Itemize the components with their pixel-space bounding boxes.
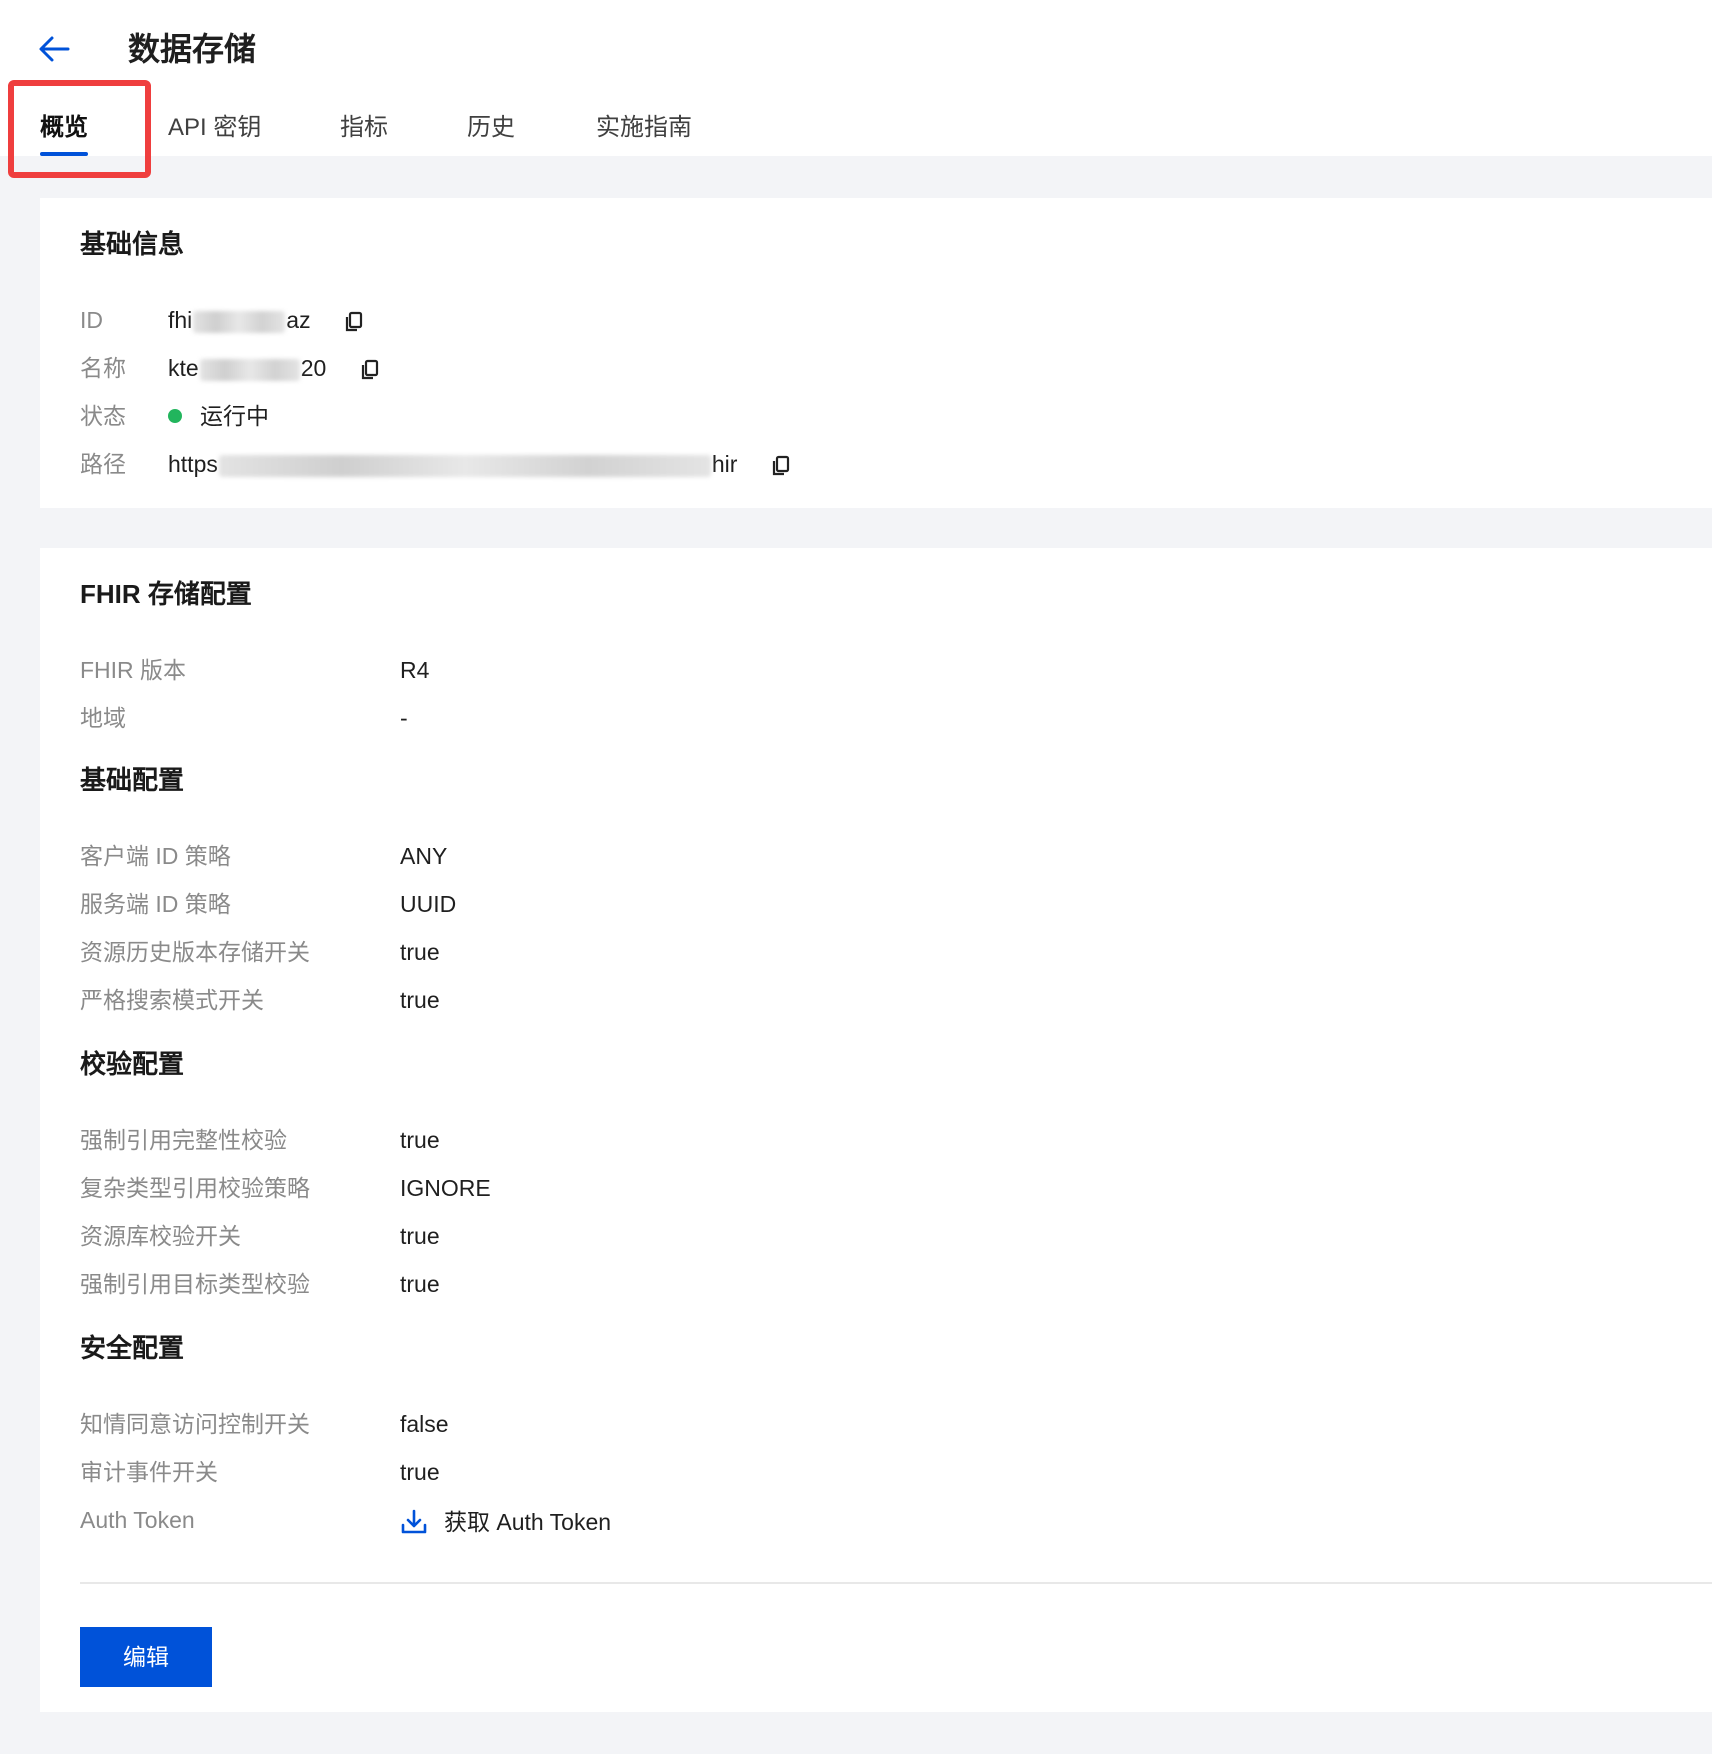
page-title: 数据存储 bbox=[128, 31, 257, 67]
config-row-server-id-policy: 服务端 ID 策略 UUID bbox=[80, 886, 1680, 922]
id-value-prefix: fhi bbox=[168, 307, 193, 333]
section-title-base-config: 基础配置 bbox=[80, 765, 185, 795]
region-value: - bbox=[400, 705, 408, 731]
repo-validation-value: true bbox=[400, 1223, 440, 1249]
page-header: 数据存储 概览 API 密钥 指标 历史 实施指南 bbox=[0, 0, 1712, 178]
arrow-left-icon bbox=[39, 36, 70, 62]
config-row-ref-integrity: 强制引用完整性校验 true bbox=[80, 1122, 1680, 1158]
config-row-fhir-version: FHIR 版本 R4 bbox=[80, 652, 1680, 688]
name-value: kte 20 bbox=[168, 350, 381, 386]
redacted-block bbox=[218, 454, 711, 477]
config-row-client-id-policy: 客户端 ID 策略 ANY bbox=[80, 838, 1680, 874]
copy-icon[interactable] bbox=[359, 358, 381, 382]
tab-implementation-guide[interactable]: 实施指南 bbox=[596, 112, 692, 144]
config-row-region: 地域 - bbox=[80, 700, 1680, 736]
section-title-security-config: 安全配置 bbox=[80, 1333, 185, 1363]
path-value-prefix: https bbox=[168, 451, 218, 477]
ref-integrity-label: 强制引用完整性校验 bbox=[80, 1127, 287, 1153]
path-value-suffix: hir bbox=[711, 451, 738, 477]
audit-switch-value: true bbox=[400, 1459, 440, 1485]
complex-ref-value: IGNORE bbox=[400, 1175, 491, 1201]
id-value: fhi az bbox=[168, 302, 365, 338]
id-label: ID bbox=[80, 307, 103, 333]
server-id-policy-value: UUID bbox=[400, 891, 457, 917]
name-value-suffix: 20 bbox=[300, 355, 327, 381]
tab-history[interactable]: 历史 bbox=[467, 112, 515, 144]
path-label: 路径 bbox=[80, 451, 126, 477]
audit-switch-label: 审计事件开关 bbox=[80, 1459, 218, 1485]
back-button[interactable] bbox=[34, 28, 74, 68]
config-row-repo-validation: 资源库校验开关 true bbox=[80, 1218, 1680, 1254]
copy-icon[interactable] bbox=[770, 454, 792, 478]
info-row-id: ID fhi az bbox=[80, 302, 1680, 338]
fhir-version-label: FHIR 版本 bbox=[80, 657, 187, 683]
status-dot-icon bbox=[168, 408, 182, 423]
history-switch-value: true bbox=[400, 939, 440, 965]
config-row-auth-token: Auth Token 获取 Auth Token bbox=[80, 1502, 1680, 1538]
config-row-consent-switch: 知情同意访问控制开关 false bbox=[80, 1406, 1680, 1442]
divider bbox=[80, 1582, 1712, 1584]
complex-ref-label: 复杂类型引用校验策略 bbox=[80, 1175, 310, 1201]
section-title-validation-config: 校验配置 bbox=[80, 1049, 185, 1079]
consent-switch-value: false bbox=[400, 1411, 449, 1437]
config-row-ref-target-type: 强制引用目标类型校验 true bbox=[80, 1266, 1680, 1302]
status-label: 状态 bbox=[80, 403, 126, 429]
info-row-path: 路径 https hir bbox=[80, 446, 1680, 482]
client-id-policy-label: 客户端 ID 策略 bbox=[80, 843, 231, 869]
status-value: 运行中 bbox=[168, 398, 269, 434]
name-value-prefix: kte bbox=[168, 355, 199, 381]
copy-icon[interactable] bbox=[343, 310, 365, 334]
highlight-annotation bbox=[8, 80, 151, 178]
ref-integrity-value: true bbox=[400, 1127, 440, 1153]
info-row-status: 状态 运行中 bbox=[80, 398, 1680, 434]
download-icon bbox=[401, 1509, 427, 1534]
region-label: 地域 bbox=[80, 705, 126, 731]
tab-api-keys[interactable]: API 密钥 bbox=[168, 112, 261, 144]
redacted-block bbox=[193, 310, 286, 333]
section-title-basic-info: 基础信息 bbox=[80, 229, 185, 259]
config-row-audit-switch: 审计事件开关 true bbox=[80, 1454, 1680, 1490]
path-value: https hir bbox=[168, 446, 792, 482]
status-text: 运行中 bbox=[200, 403, 269, 429]
config-row-strict-search: 严格搜索模式开关 true bbox=[80, 982, 1680, 1018]
tab-bar: 概览 API 密钥 指标 历史 实施指南 bbox=[0, 100, 1712, 156]
id-value-suffix: az bbox=[286, 307, 311, 333]
strict-search-value: true bbox=[400, 987, 440, 1013]
ref-target-type-label: 强制引用目标类型校验 bbox=[80, 1271, 310, 1297]
server-id-policy-label: 服务端 ID 策略 bbox=[80, 891, 231, 917]
basic-info-card: 基础信息 ID fhi az 名称 kte 20 状态 运行中 路径 https… bbox=[40, 198, 1712, 508]
get-auth-token-link[interactable]: 获取 Auth Token bbox=[400, 1504, 611, 1540]
client-id-policy-value: ANY bbox=[400, 843, 448, 869]
get-auth-token-label: 获取 Auth Token bbox=[444, 1509, 612, 1535]
info-row-name: 名称 kte 20 bbox=[80, 350, 1680, 386]
ref-target-type-value: true bbox=[400, 1271, 440, 1297]
fhir-version-value: R4 bbox=[400, 657, 430, 683]
tab-metrics[interactable]: 指标 bbox=[340, 112, 388, 144]
config-row-complex-ref: 复杂类型引用校验策略 IGNORE bbox=[80, 1170, 1680, 1206]
history-switch-label: 资源历史版本存储开关 bbox=[80, 939, 310, 965]
name-label: 名称 bbox=[80, 355, 126, 381]
config-row-history-switch: 资源历史版本存储开关 true bbox=[80, 934, 1680, 970]
consent-switch-label: 知情同意访问控制开关 bbox=[80, 1411, 310, 1437]
section-title-fhir-config: FHIR 存储配置 bbox=[80, 579, 252, 609]
edit-button[interactable]: 编辑 bbox=[80, 1627, 212, 1687]
auth-token-label: Auth Token bbox=[80, 1507, 195, 1533]
strict-search-label: 严格搜索模式开关 bbox=[80, 987, 264, 1013]
redacted-block bbox=[199, 358, 300, 381]
fhir-config-card: FHIR 存储配置 FHIR 版本 R4 地域 - 基础配置 客户端 ID 策略… bbox=[40, 548, 1712, 1712]
repo-validation-label: 资源库校验开关 bbox=[80, 1223, 241, 1249]
